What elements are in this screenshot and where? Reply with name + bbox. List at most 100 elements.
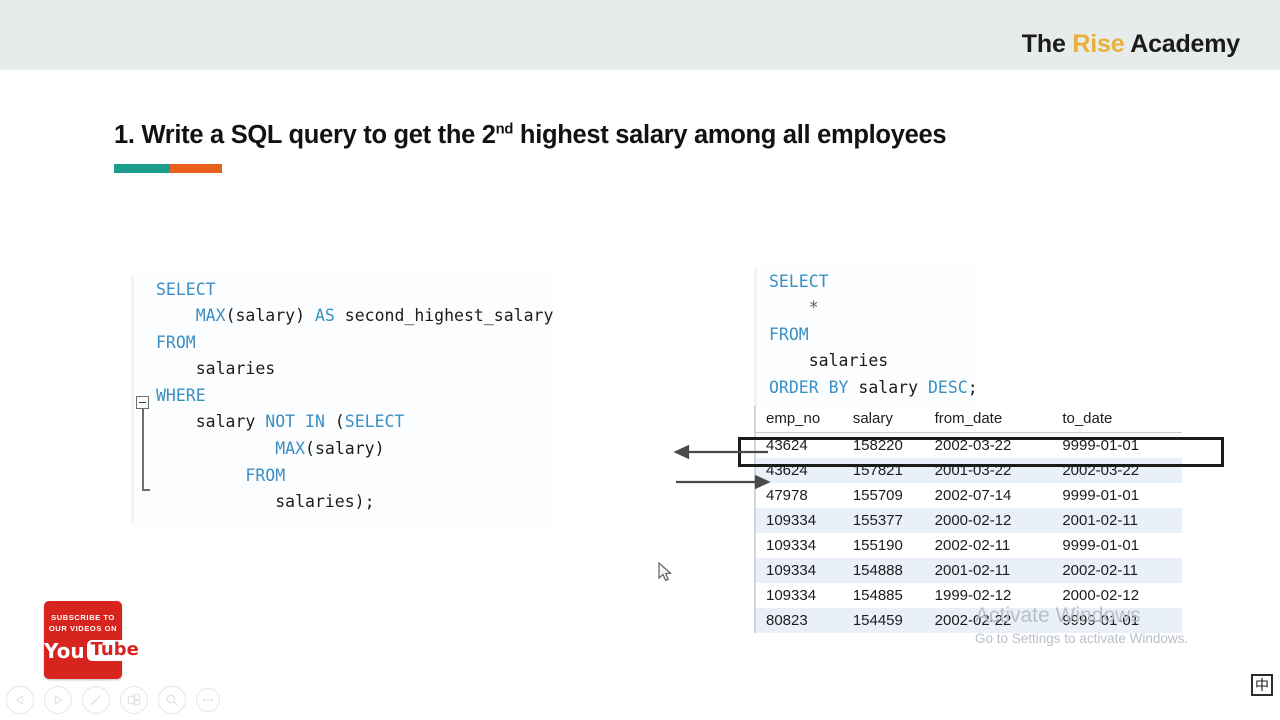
sql-code-block-left: SELECT MAX(salary) AS second_highest_sal… bbox=[131, 274, 554, 524]
pen-button[interactable] bbox=[82, 686, 110, 714]
cell-from-date: 2001-02-11 bbox=[934, 562, 1011, 579]
code-token: * bbox=[769, 298, 819, 318]
page-title-main: 1. Write a SQL query to get the 2 bbox=[114, 121, 496, 149]
cell-from-date: 2000-02-12 bbox=[934, 512, 1012, 529]
ellipsis-icon bbox=[202, 698, 214, 702]
code-token: ; bbox=[967, 377, 978, 397]
column-header-emp-no[interactable]: emp_no bbox=[755, 406, 843, 433]
cell-salary: 155190 bbox=[852, 537, 903, 554]
code-token: WHERE bbox=[156, 385, 206, 405]
presentation-toolbar bbox=[6, 686, 220, 714]
code-token: FROM bbox=[156, 332, 196, 352]
slide-overview-button[interactable] bbox=[120, 686, 148, 714]
highlighted-row-outline bbox=[738, 437, 1224, 467]
cell-emp-no: 109334 bbox=[766, 587, 817, 604]
code-token: ( bbox=[324, 412, 345, 432]
youtube-logo-tube: Tube bbox=[86, 640, 143, 661]
ime-language-indicator[interactable]: 中 bbox=[1251, 674, 1273, 696]
table-row[interactable]: 109334 154888 2001-02-11 2002-02-11 bbox=[755, 558, 1182, 583]
code-token: NOT IN bbox=[265, 412, 325, 432]
cell-salary: 154459 bbox=[852, 612, 903, 629]
cell-emp-no: 109334 bbox=[766, 512, 817, 529]
youtube-subscribe-badge[interactable]: SUBSCRIBE TO OUR VIDEOS ON You Tube bbox=[44, 601, 143, 679]
column-header-salary[interactable]: salary bbox=[842, 406, 925, 433]
next-slide-button[interactable] bbox=[44, 686, 72, 714]
table-row[interactable]: 109334 155190 2002-02-11 9999-01-01 bbox=[755, 533, 1182, 558]
triangle-left-icon bbox=[15, 694, 24, 706]
cell-salary: 154885 bbox=[852, 587, 903, 604]
title-rule-teal-segment bbox=[114, 164, 171, 173]
cell-to-date: 9999-01-01 bbox=[1062, 612, 1140, 629]
youtube-badge-line2: OUR VIDEOS ON bbox=[48, 624, 118, 633]
code-collapse-icon[interactable] bbox=[136, 396, 149, 409]
code-token: (salary) bbox=[225, 306, 315, 326]
table-header-row: emp_no salary from_date to_date bbox=[755, 406, 1182, 433]
cell-from-date: 2002-02-22 bbox=[934, 612, 1012, 629]
page-title: 1. Write a SQL query to get the 2nd high… bbox=[114, 121, 947, 150]
more-options-button[interactable] bbox=[196, 688, 220, 712]
youtube-logo-you: You bbox=[44, 638, 85, 663]
cell-to-date: 2001-02-11 bbox=[1062, 512, 1138, 529]
cell-salary: 154888 bbox=[852, 562, 903, 579]
brand-suffix: Academy bbox=[1124, 30, 1240, 58]
cell-to-date: 9999-01-01 bbox=[1062, 537, 1140, 554]
code-fold-stem bbox=[142, 409, 144, 491]
title-rule-orange-segment bbox=[170, 164, 222, 173]
brand-prefix: The bbox=[1021, 30, 1073, 58]
page-title-ordinal-suffix: nd bbox=[495, 121, 514, 138]
cell-salary: 155709 bbox=[852, 487, 903, 504]
code-token: ORDER BY bbox=[769, 377, 849, 397]
brand-accent-word: Rise bbox=[1072, 30, 1125, 58]
cell-from-date: 2002-07-14 bbox=[934, 487, 1012, 504]
code-token: salary bbox=[156, 412, 266, 432]
code-token: MAX bbox=[275, 439, 306, 459]
brand-logo-text: The Rise Academy bbox=[1022, 30, 1240, 59]
code-token: salaries); bbox=[156, 492, 375, 512]
cell-to-date: 9999-01-01 bbox=[1062, 487, 1140, 504]
code-token: second_highest_salary bbox=[334, 306, 554, 326]
result-table-header: emp_no salary from_date to_date bbox=[755, 406, 1182, 433]
table-row[interactable]: 109334 154885 1999-02-12 2000-02-12 bbox=[755, 583, 1182, 608]
cell-to-date: 2002-02-11 bbox=[1062, 562, 1138, 579]
triangle-right-icon bbox=[54, 694, 63, 706]
code-fold-foot bbox=[142, 489, 150, 491]
pen-icon bbox=[91, 695, 101, 705]
page-title-tail: highest salary among all employees bbox=[513, 121, 947, 149]
sql-code-block-right: SELECT * FROM salaries ORDER BY salary D… bbox=[754, 266, 978, 410]
arrow-out-head bbox=[673, 444, 690, 460]
code-fold-gutter[interactable] bbox=[136, 396, 152, 492]
cell-emp-no: 109334 bbox=[766, 537, 817, 554]
title-underline-rule bbox=[114, 164, 222, 173]
table-row[interactable]: 80823 154459 2002-02-22 9999-01-01 bbox=[755, 608, 1182, 633]
cell-emp-no: 109334 bbox=[766, 562, 817, 579]
table-row[interactable]: 109334 155377 2000-02-12 2001-02-11 bbox=[755, 508, 1182, 533]
zoom-button[interactable] bbox=[158, 686, 186, 714]
code-token: SELECT bbox=[769, 271, 829, 291]
cell-from-date: 2002-02-11 bbox=[934, 537, 1011, 554]
mouse-cursor bbox=[658, 562, 672, 582]
arrow-in-head bbox=[754, 474, 771, 490]
table-row[interactable]: 47978 155709 2002-07-14 9999-01-01 bbox=[755, 483, 1182, 508]
annotation-arrows bbox=[673, 444, 771, 490]
code-token: FROM bbox=[769, 324, 809, 344]
code-token: FROM bbox=[245, 465, 286, 485]
slide-canvas: The Rise Academy 1. Write a SQL query to… bbox=[0, 0, 1280, 720]
code-token: salaries bbox=[156, 359, 276, 379]
code-token: (salary) bbox=[305, 439, 385, 459]
code-token: salaries bbox=[769, 351, 889, 371]
code-token: AS bbox=[314, 306, 335, 326]
magnifier-icon bbox=[166, 694, 178, 706]
column-header-from-date[interactable]: from_date bbox=[924, 406, 1053, 433]
cell-emp-no: 80823 bbox=[766, 612, 808, 629]
column-header-to-date[interactable]: to_date bbox=[1052, 406, 1182, 433]
cell-from-date: 1999-02-12 bbox=[934, 587, 1012, 604]
code-token: DESC bbox=[927, 377, 968, 397]
code-token: SELECT bbox=[156, 279, 216, 299]
youtube-logo-icon: You Tube bbox=[44, 640, 143, 661]
slides-icon bbox=[127, 693, 141, 706]
previous-slide-button[interactable] bbox=[6, 686, 34, 714]
code-token: salary bbox=[848, 377, 928, 397]
